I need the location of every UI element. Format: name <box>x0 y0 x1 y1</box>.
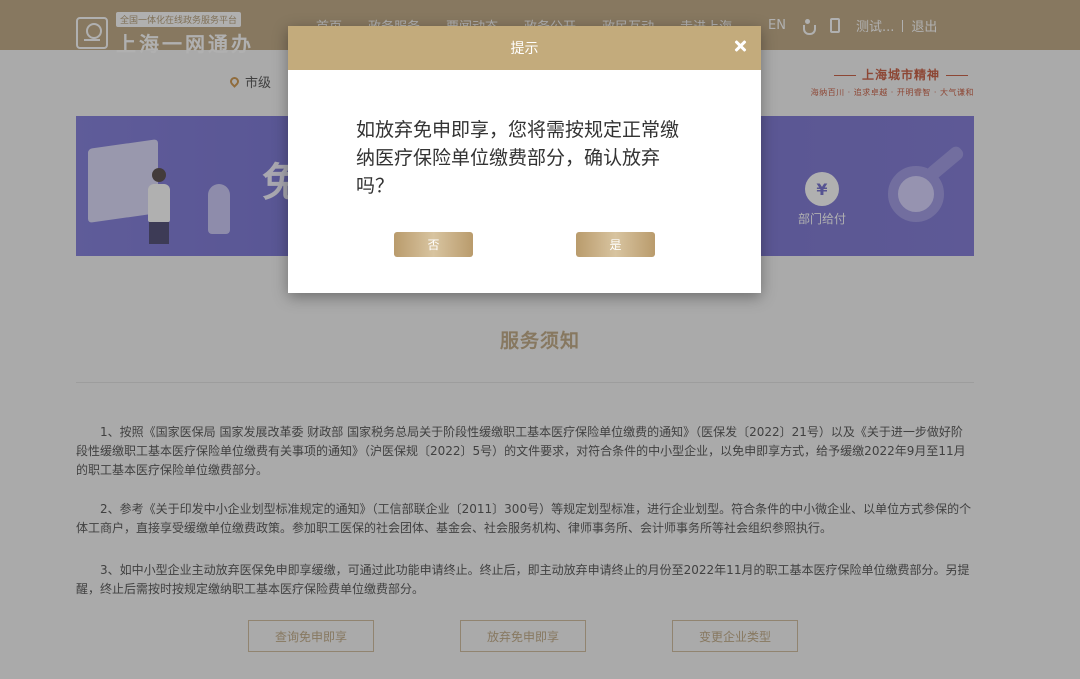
dialog-header: 提示 <box>288 26 761 70</box>
dialog-title: 提示 <box>510 41 539 57</box>
close-icon[interactable] <box>731 37 749 55</box>
confirm-button[interactable]: 是 <box>576 232 655 257</box>
cancel-button[interactable]: 否 <box>394 232 473 257</box>
dialog-message: 如放弃免申即享，您将需按规定正常缴纳医疗保险单位缴费部分，确认放弃吗？ <box>356 119 680 197</box>
confirm-dialog: 提示 如放弃免申即享，您将需按规定正常缴纳医疗保险单位缴费部分，确认放弃吗？ 否… <box>288 26 761 293</box>
